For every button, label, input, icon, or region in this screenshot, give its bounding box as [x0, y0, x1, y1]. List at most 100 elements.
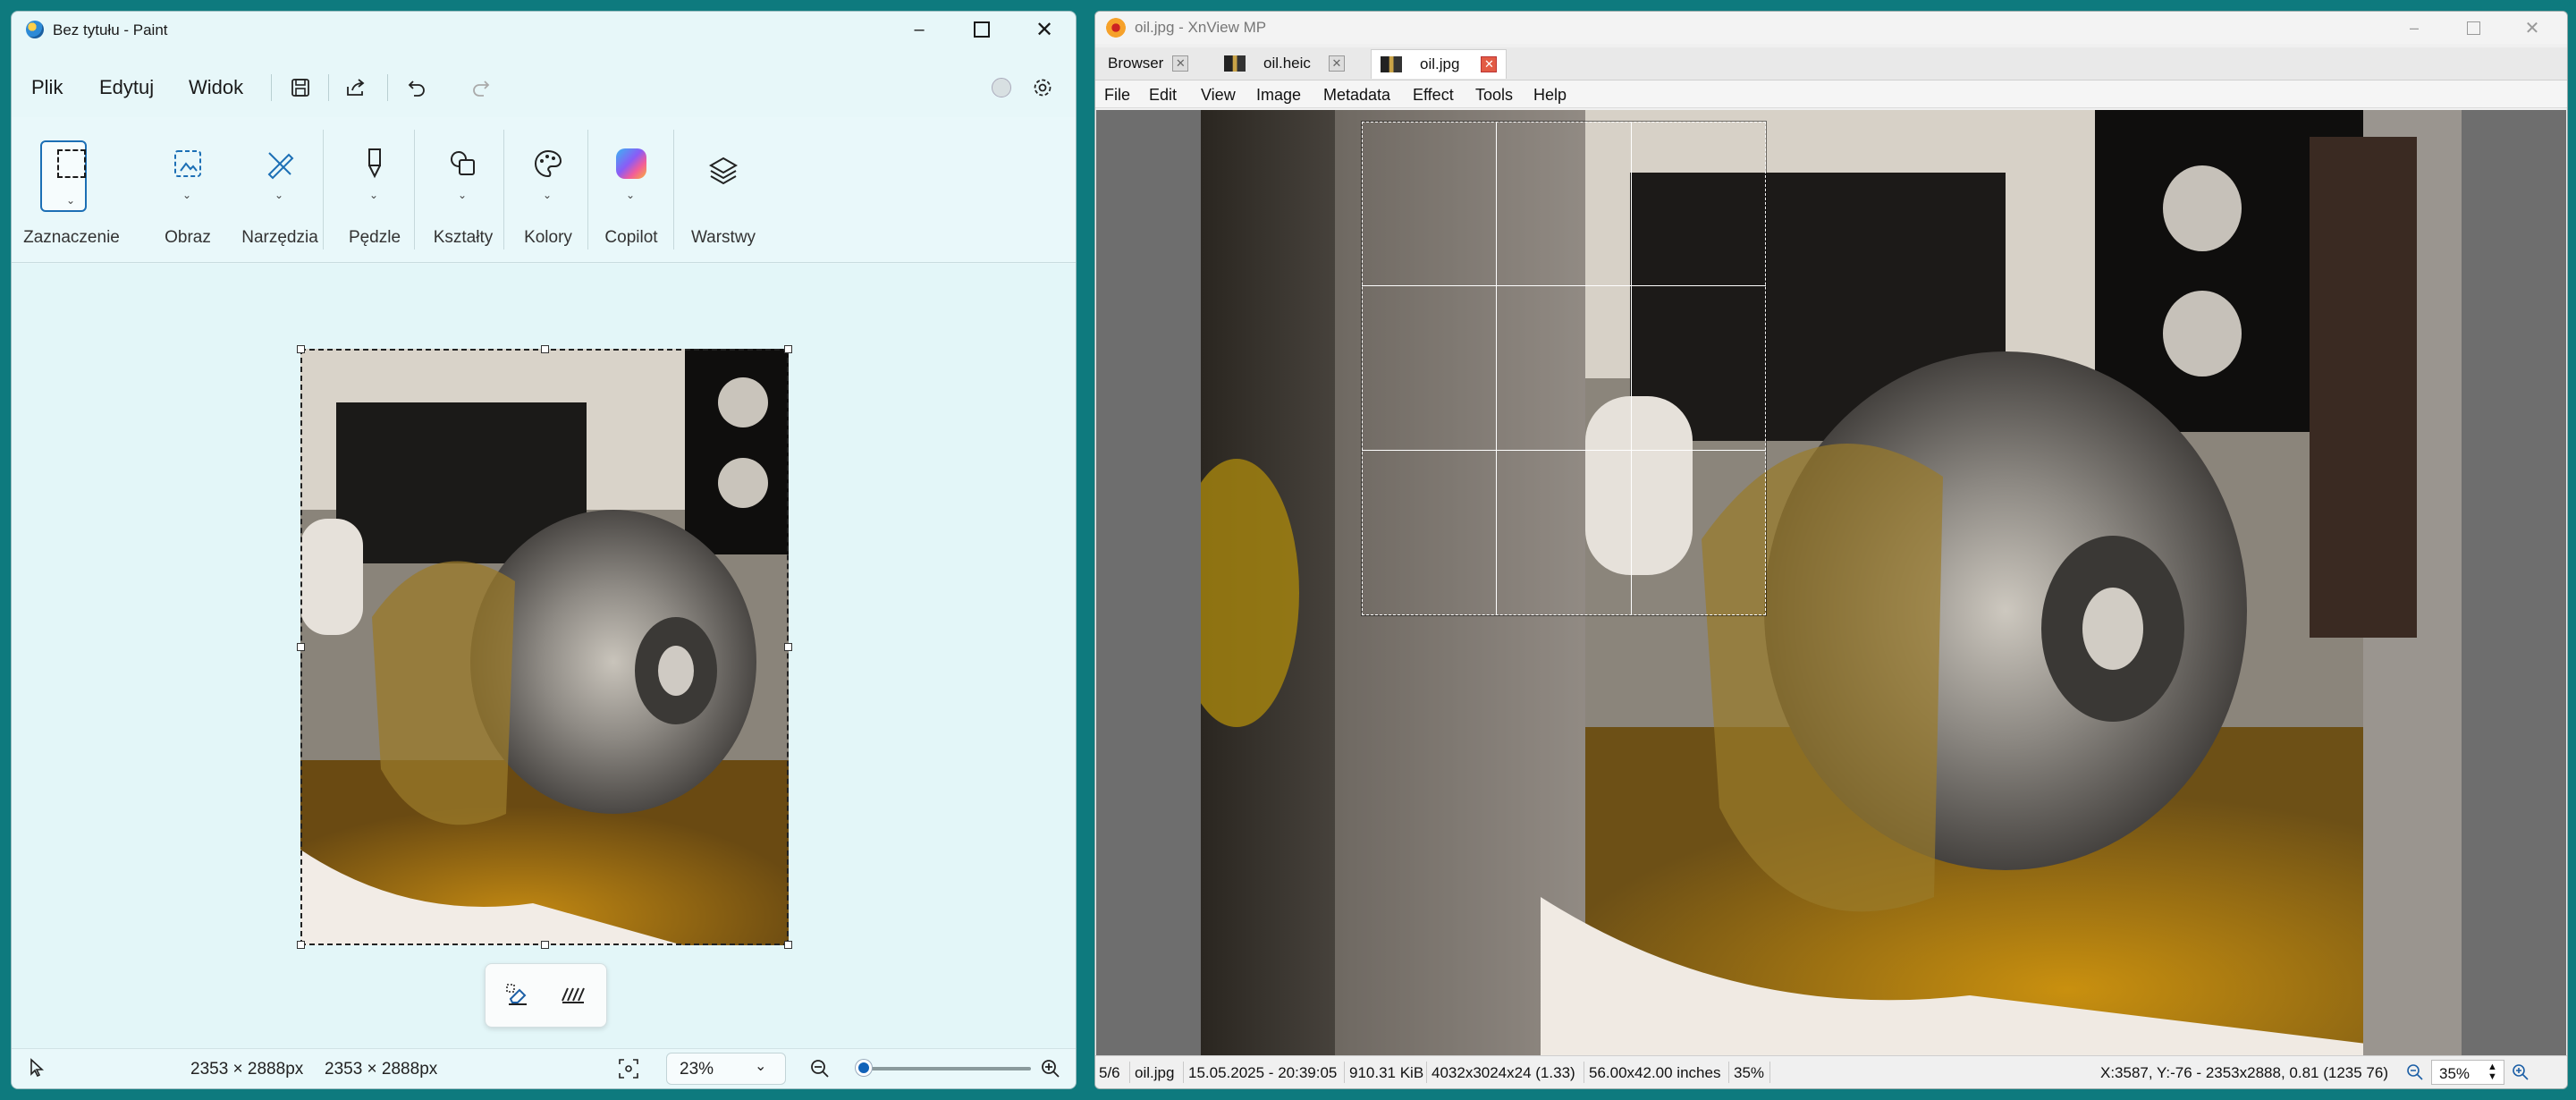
image-viewer[interactable] [1096, 110, 2566, 1055]
ribbon-divider [414, 130, 415, 250]
ribbon-brushes[interactable]: ⌄ Pędzle [330, 117, 419, 262]
selection-handle[interactable] [297, 941, 305, 949]
close-icon[interactable]: ✕ [1328, 55, 1345, 72]
selection-handle[interactable] [784, 643, 792, 651]
fit-to-window-icon[interactable] [618, 1058, 639, 1085]
zoom-slider[interactable] [856, 1067, 1031, 1070]
status-divider [1728, 1062, 1729, 1083]
close-icon[interactable]: ✕ [1172, 55, 1189, 72]
xnview-title-bar: oil.jpg - XnView MP – ✕ [1095, 12, 2567, 44]
paint-status-bar: 2353 × 2888px 2353 × 2888px 23% ⌄ [12, 1048, 1076, 1088]
crop-grid-line [1362, 285, 1766, 286]
menu-tools[interactable]: Tools [1475, 86, 1513, 105]
paint-app-icon [26, 21, 44, 38]
selection-handle[interactable] [784, 941, 792, 949]
image-dimensions: 4032x3024x24 (1.33) [1432, 1064, 1575, 1081]
status-divider [1769, 1062, 1770, 1083]
zoom-value: 23% [680, 1060, 714, 1079]
chevron-down-icon: ⌄ [626, 189, 636, 201]
status-divider [1344, 1062, 1345, 1083]
zoom-out-icon[interactable] [809, 1058, 831, 1085]
selection-handle[interactable] [541, 345, 549, 353]
menu-help[interactable]: Help [1533, 86, 1567, 105]
ribbon-shapes[interactable]: ⌄ Kształty [418, 117, 508, 262]
xnview-menu-bar: File Edit View Image Metadata Effect Too… [1095, 80, 2567, 108]
file-size: 910.31 KiB [1349, 1064, 1424, 1081]
ribbon-colors[interactable]: ⌄ Kolory [508, 117, 588, 262]
zoom-dropdown[interactable]: 23% ⌄ [666, 1053, 786, 1085]
ribbon-image[interactable]: ⌄ Obraz [148, 117, 228, 262]
menu-image[interactable]: Image [1256, 86, 1301, 105]
ribbon-divider [587, 130, 588, 250]
tab-oil-heic[interactable]: oil.heic ✕ [1220, 49, 1348, 78]
file-date: 15.05.2025 - 20:39:05 [1188, 1064, 1338, 1081]
selection-handle[interactable] [784, 345, 792, 353]
ribbon-divider [673, 130, 674, 250]
maximize-icon[interactable] [950, 12, 1013, 47]
spin-arrows-icon[interactable]: ▲ ▼ [2487, 1062, 2497, 1082]
xnview-window-title: oil.jpg - XnView MP [1135, 19, 1267, 36]
menu-divider [328, 74, 329, 101]
selection-context-toolbar [485, 963, 607, 1028]
zoom-input[interactable]: 35% ▲ ▼ [2431, 1060, 2504, 1085]
status-divider [1426, 1062, 1427, 1083]
maximize-icon[interactable] [2442, 12, 2504, 44]
minimize-icon[interactable]: – [2383, 12, 2445, 44]
brush-icon [355, 144, 394, 183]
selection-handle[interactable] [541, 941, 549, 949]
ribbon-tools[interactable]: ⌄ Narzędzia [228, 117, 332, 262]
image-thumbnail-icon [1381, 56, 1402, 72]
zoom-in-icon[interactable] [2512, 1063, 2530, 1086]
ribbon-selection[interactable]: ⌄ Zaznaczenie [22, 117, 121, 262]
selection-handle[interactable] [297, 643, 305, 651]
ribbon-label-copilot: Copilot [604, 228, 658, 247]
paint-canvas-area[interactable] [12, 264, 1076, 1051]
chevron-down-icon: ⌄ [182, 189, 192, 201]
settings-gear-icon[interactable] [1027, 72, 1058, 103]
menu-view[interactable]: Widok [189, 76, 243, 99]
ribbon-divider [323, 130, 324, 250]
palette-icon [528, 144, 568, 183]
zoom-percent: 35% [1734, 1064, 1765, 1081]
remove-background-icon[interactable] [557, 979, 589, 1011]
menu-view[interactable]: View [1201, 86, 1236, 105]
selection-handle[interactable] [297, 345, 305, 353]
ribbon-label-colors: Kolory [524, 228, 572, 247]
crop-selection[interactable] [1362, 122, 1766, 615]
erase-selection-icon[interactable] [502, 979, 534, 1011]
close-icon[interactable]: ✕ [2501, 12, 2563, 44]
close-icon[interactable]: ✕ [1013, 12, 1076, 47]
menu-edit[interactable]: Edit [1149, 86, 1177, 105]
image-thumbnail-icon [1224, 55, 1246, 72]
menu-effect[interactable]: Effect [1413, 86, 1454, 105]
minimize-icon[interactable]: – [888, 12, 950, 47]
zoom-out-icon[interactable] [2406, 1063, 2424, 1086]
menu-edit[interactable]: Edytuj [99, 76, 154, 99]
menu-file[interactable]: File [1104, 86, 1130, 105]
zoom-in-icon[interactable] [1040, 1058, 1061, 1085]
tab-browser[interactable]: Browser ✕ [1104, 49, 1192, 78]
paint-window-title: Bez tytułu - Paint [53, 21, 168, 38]
shapes-icon [443, 144, 483, 183]
menu-metadata[interactable]: Metadata [1323, 86, 1390, 105]
account-icon[interactable] [986, 72, 1017, 103]
ribbon-label-selection: Zaznaczenie [23, 228, 120, 247]
paint-ribbon: ⌄ Zaznaczenie ⌄ Obraz ⌄ Narzędzia ⌄ Pędz… [12, 117, 1076, 263]
close-icon[interactable]: ✕ [1481, 56, 1498, 72]
tab-oil-jpg[interactable]: oil.jpg ✕ [1371, 49, 1508, 79]
file-index: 5/6 [1099, 1064, 1120, 1081]
redo-icon[interactable] [466, 72, 496, 103]
image-icon [168, 144, 207, 183]
save-icon[interactable] [285, 72, 316, 103]
selection-rectangle[interactable] [300, 349, 789, 945]
zoom-slider-thumb[interactable] [855, 1060, 872, 1076]
paint-title-bar: Bez tytułu - Paint – ✕ [12, 12, 1076, 47]
ribbon-layers[interactable]: Warstwy [679, 117, 768, 262]
xnview-tab-bar: Browser ✕ oil.heic ✕ oil.jpg ✕ [1095, 47, 2567, 80]
menu-file[interactable]: Plik [31, 76, 63, 99]
pencil-ruler-icon [260, 144, 300, 183]
ribbon-copilot[interactable]: ⌄ Copilot [591, 117, 671, 262]
share-icon[interactable] [341, 72, 371, 103]
undo-icon[interactable] [401, 72, 432, 103]
layers-icon [704, 151, 743, 190]
